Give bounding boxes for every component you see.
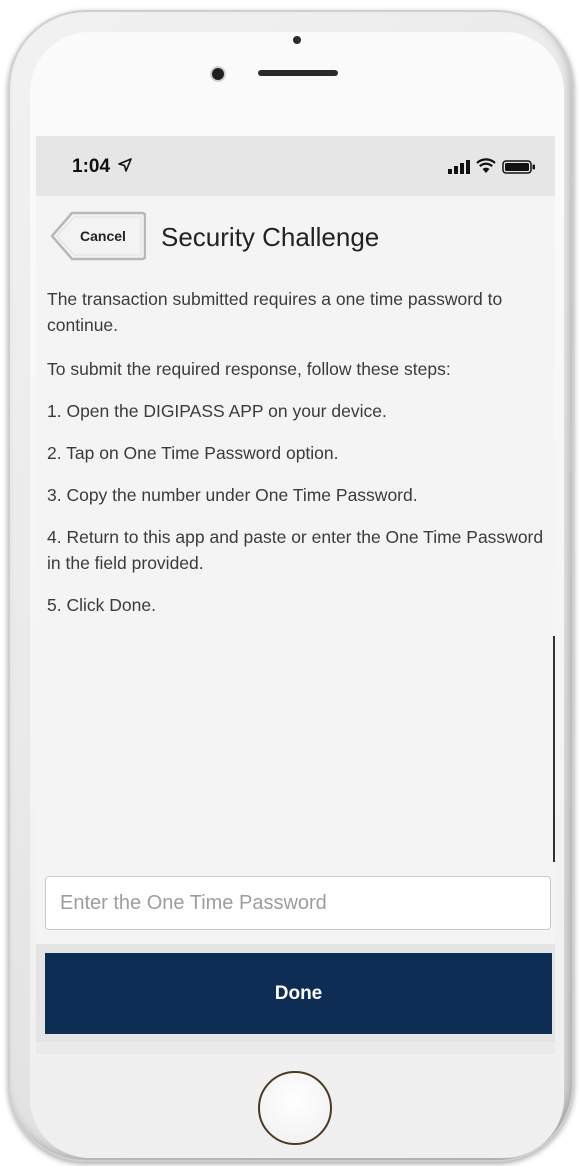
cancel-button[interactable]: Cancel [50,211,146,261]
steps-intro-text: To submit the required response, follow … [47,359,451,379]
step-3: 3. Copy the number under One Time Passwo… [47,485,418,505]
navigation-bar: Cancel Security Challenge [36,196,555,276]
wifi-icon [476,158,496,173]
status-bar: 1:04 [36,136,555,196]
step-4: 4. Return to this app and paste or enter… [47,527,544,573]
step-1: 1. Open the DIGIPASS APP on your device. [47,401,387,421]
location-arrow-icon [118,158,132,172]
otp-input[interactable] [45,876,551,930]
front-camera [212,68,224,80]
step-5: 5. Click Done. [47,595,156,615]
step-2: 2. Tap on One Time Password option. [47,443,339,463]
done-button[interactable]: Done [45,953,552,1034]
earpiece-speaker [258,70,338,76]
cancel-label: Cancel [80,228,126,244]
scroll-indicator [553,636,555,862]
home-button[interactable] [258,1071,332,1145]
intro-text: The transaction submitted requires a one… [47,289,503,335]
app-screen: 1:04 Cancel Security Challenge The trans… [36,136,555,1054]
page-title: Security Challenge [161,222,380,252]
tab-bar-strip [36,1042,555,1054]
proximity-sensor [293,36,301,44]
status-time: 1:04 [72,156,111,177]
instructions: The transaction submitted requires a one… [47,286,547,634]
cellular-signal-icon [448,160,470,174]
battery-icon [502,160,535,174]
